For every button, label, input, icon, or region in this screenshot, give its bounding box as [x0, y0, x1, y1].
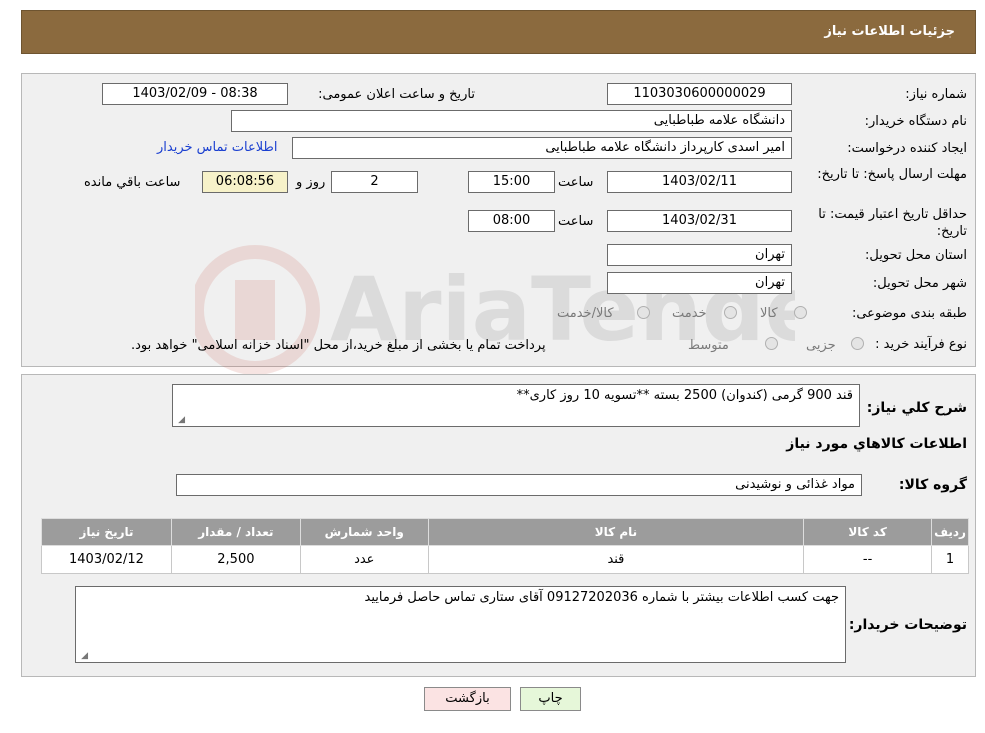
- process-minor-radio[interactable]: [851, 337, 864, 350]
- deadline-days-field: 2: [331, 171, 418, 193]
- buyer-notes-textarea[interactable]: جهت کسب اطلاعات بیشتر با شماره 091272020…: [75, 586, 846, 663]
- buyer-notes-text: جهت کسب اطلاعات بیشتر با شماره 091272020…: [364, 590, 839, 605]
- col-qty-header: تعداد / مقدار: [170, 518, 301, 546]
- print-button[interactable]: چاپ: [520, 687, 581, 711]
- buyer-notes-label: توضیحات خریدار:: [848, 617, 967, 633]
- buyer-org-field: دانشگاه علامه طباطبایی: [231, 110, 792, 132]
- goods-table: رديف کد کالا نام کالا واحد شمارش تعداد /…: [41, 518, 969, 574]
- col-name-header: نام کالا: [427, 518, 805, 546]
- remaining-time-label: ساعت باقي مانده: [84, 175, 181, 190]
- process-medium-label: متوسط: [688, 338, 729, 353]
- validity-label: حداقل تاریخ اعتبار قیمت: تا تاریخ:: [818, 207, 967, 239]
- col-date-header: تاريخ نياز: [41, 518, 172, 546]
- resize-grip-icon[interactable]: ◢: [78, 651, 88, 661]
- page-header: جزئیات اطلاعات نیاز: [21, 10, 976, 54]
- remaining-time-field: 06:08:56: [202, 171, 288, 193]
- table-row: 1 -- قند عدد 2,500 1403/02/12: [41, 545, 969, 574]
- category-service-label: خدمت: [672, 306, 707, 321]
- back-button[interactable]: بازگشت: [424, 687, 511, 711]
- description-text: قند 900 گرمی (کندوان) 2500 بسته **تسویه …: [516, 388, 853, 403]
- cell-name: قند: [427, 545, 805, 574]
- deadline-time-field: 15:00: [468, 171, 555, 193]
- deadline-days-label: روز و: [296, 175, 326, 190]
- goods-group-label: گروه کالا:: [898, 477, 967, 493]
- buyer-org-label: نام دستگاه خریدار:: [864, 114, 967, 129]
- cell-qty: 2,500: [170, 545, 301, 574]
- cell-unit: عدد: [299, 545, 429, 574]
- need-number-field: 1103030600000029: [607, 83, 792, 105]
- category-label: طبقه بندی موضوعی:: [851, 306, 967, 321]
- resize-grip-icon[interactable]: ◢: [175, 415, 185, 425]
- requester-field: امیر اسدی کارپرداز دانشگاه علامه طباطبای…: [292, 137, 792, 159]
- province-label: استان محل تحویل:: [865, 248, 967, 263]
- category-both-radio[interactable]: [637, 306, 650, 319]
- category-goods-label: کالا: [760, 306, 778, 321]
- goods-group-field: مواد غذائی و نوشیدنی: [176, 474, 862, 496]
- col-row-header: رديف: [931, 518, 969, 546]
- col-code-header: کد کالا: [803, 518, 933, 546]
- treasury-note: پرداخت تمام یا بخشی از مبلغ خرید،از محل …: [131, 338, 546, 353]
- category-service-radio[interactable]: [724, 306, 737, 319]
- process-medium-radio[interactable]: [765, 337, 778, 350]
- category-goods-radio[interactable]: [794, 306, 807, 319]
- category-both-label: کالا/خدمت: [557, 306, 614, 321]
- need-number-label: شماره نیاز:: [905, 87, 967, 102]
- requester-label: ایجاد کننده درخواست:: [847, 141, 967, 156]
- cell-date: 1403/02/12: [41, 545, 172, 574]
- deadline-time-label: ساعت: [558, 175, 594, 190]
- validity-time-field: 08:00: [468, 210, 555, 232]
- province-field: تهران: [607, 244, 792, 266]
- validity-time-label: ساعت: [558, 214, 594, 229]
- validity-date-field: 1403/02/31: [607, 210, 792, 232]
- deadline-label: مهلت ارسال پاسخ: تا تاریخ:: [817, 167, 967, 182]
- goods-info-title: اطلاعات کالاهاي مورد نياز: [786, 436, 967, 452]
- deadline-date-field: 1403/02/11: [607, 171, 792, 193]
- page-title: جزئیات اطلاعات نیاز: [824, 24, 955, 39]
- cell-code: --: [803, 545, 933, 574]
- process-label: نوع فرآیند خرید :: [875, 337, 967, 352]
- buyer-contact-link[interactable]: اطلاعات تماس خریدار: [157, 140, 277, 155]
- announce-field: 1403/02/09 - 08:38: [102, 83, 288, 105]
- description-textarea[interactable]: قند 900 گرمی (کندوان) 2500 بسته **تسویه …: [172, 384, 860, 427]
- table-header-row: رديف کد کالا نام کالا واحد شمارش تعداد /…: [41, 518, 969, 546]
- cell-row: 1: [931, 545, 969, 574]
- process-minor-label: جزیی: [806, 338, 836, 353]
- city-label: شهر محل تحویل:: [872, 276, 967, 291]
- col-unit-header: واحد شمارش: [299, 518, 429, 546]
- city-field: تهران: [607, 272, 792, 294]
- description-label: شرح کلي نياز:: [866, 400, 967, 416]
- announce-label: تاریخ و ساعت اعلان عمومی:: [318, 87, 475, 102]
